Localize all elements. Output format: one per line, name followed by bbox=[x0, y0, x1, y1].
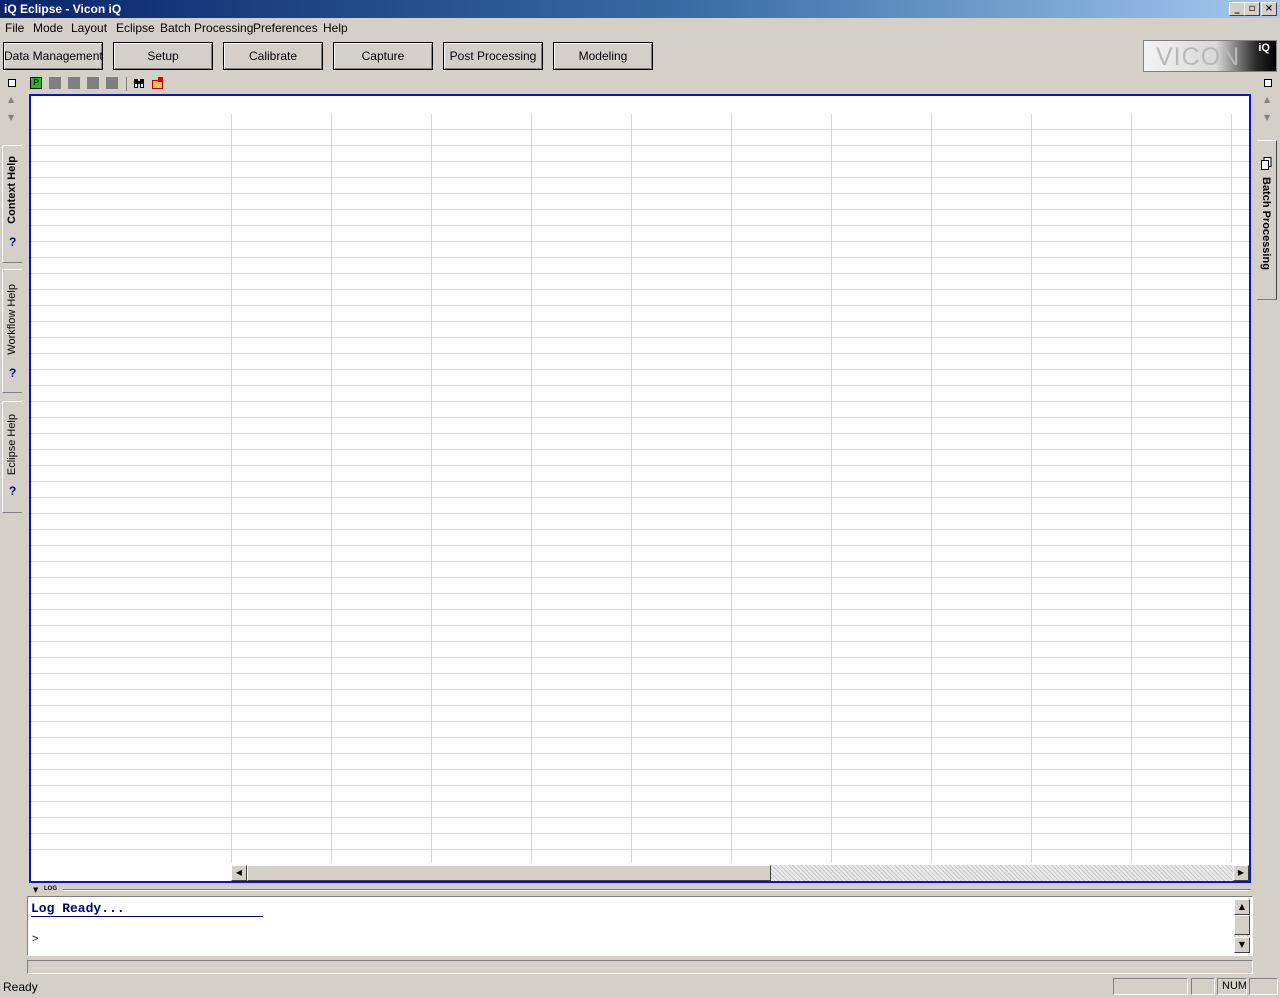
log-vertical-scrollbar[interactable]: ▲ ▼ bbox=[1234, 899, 1250, 953]
data-grid[interactable]: ◀ ▶ bbox=[29, 94, 1251, 883]
scroll-up-icon[interactable]: ▲ bbox=[1264, 95, 1270, 104]
p-status-icon[interactable]: P bbox=[30, 77, 42, 89]
window-title: iQ Eclipse - Vicon iQ bbox=[4, 2, 121, 16]
log-ready-text: Log Ready... bbox=[31, 901, 263, 917]
scroll-down-icon[interactable]: ▼ bbox=[8, 113, 14, 122]
help-question-icon: ? bbox=[9, 484, 17, 498]
log-section-header[interactable]: ▼ LOG bbox=[29, 886, 1251, 894]
status-pane bbox=[1249, 978, 1278, 995]
tab-context-help[interactable]: Context Help ? bbox=[2, 145, 22, 263]
binoculars-icon[interactable] bbox=[133, 77, 145, 89]
iq-badge: iQ bbox=[1258, 42, 1270, 54]
panel-pin-button[interactable] bbox=[8, 79, 16, 87]
minimize-button[interactable]: _ bbox=[1229, 2, 1245, 16]
window-title-text: Eclipse - Vicon iQ bbox=[20, 2, 122, 16]
tab-eclipse-help[interactable]: Eclipse Help ? bbox=[2, 401, 22, 513]
scroll-up-icon[interactable]: ▲ bbox=[1234, 899, 1250, 915]
log-prompt[interactable]: > bbox=[32, 934, 39, 946]
menu-file[interactable]: File bbox=[5, 21, 24, 35]
tab-eclipse-help-label: Eclipse Help bbox=[6, 414, 18, 476]
calibrate-button[interactable]: Calibrate bbox=[223, 42, 323, 70]
left-help-panel: ▲ ▼ Context Help ? Workflow Help ? Eclip… bbox=[0, 75, 22, 957]
menu-layout[interactable]: Layout bbox=[71, 21, 107, 35]
scroll-left-icon[interactable]: ◀ bbox=[231, 865, 247, 881]
num-lock-indicator: NUM bbox=[1217, 978, 1247, 995]
scrollbar-thumb[interactable] bbox=[247, 865, 771, 881]
panel-pin-button[interactable] bbox=[1264, 79, 1272, 87]
new-folder-icon[interactable] bbox=[152, 77, 164, 89]
status-pane bbox=[1191, 978, 1215, 995]
tab-batch-processing[interactable]: Batch Processing bbox=[1257, 140, 1277, 300]
menu-eclipse[interactable]: Eclipse bbox=[116, 21, 155, 35]
horizontal-scrollbar[interactable]: ◀ ▶ bbox=[231, 865, 1249, 881]
grey-square-icon[interactable] bbox=[87, 77, 99, 89]
app-logo-icon: iQ bbox=[4, 2, 17, 16]
scroll-right-icon[interactable]: ▶ bbox=[1233, 865, 1249, 881]
vicon-logo: VICON iQ bbox=[1143, 40, 1277, 72]
scrollbar-thumb[interactable] bbox=[1234, 915, 1250, 935]
log-divider bbox=[63, 889, 1251, 891]
data-management-button[interactable]: Data Management bbox=[3, 42, 103, 70]
scroll-down-icon[interactable]: ▼ bbox=[1234, 937, 1250, 953]
menu-preferences[interactable]: Preferences bbox=[253, 21, 318, 35]
grey-square-icon[interactable] bbox=[106, 77, 118, 89]
copy-pages-icon bbox=[1261, 157, 1272, 170]
menu-batch-processing[interactable]: Batch Processing bbox=[160, 21, 253, 35]
menu-mode[interactable]: Mode bbox=[33, 21, 63, 35]
log-section-label: LOG bbox=[44, 886, 57, 892]
grey-square-icon[interactable] bbox=[68, 77, 80, 89]
capture-button[interactable]: Capture bbox=[333, 42, 433, 70]
bottom-bar bbox=[27, 960, 1253, 974]
tab-batch-processing-label: Batch Processing bbox=[1260, 177, 1272, 270]
log-panel[interactable]: Log Ready... > ▲ ▼ bbox=[27, 896, 1253, 956]
tab-context-help-label: Context Help bbox=[6, 156, 18, 224]
scroll-down-icon[interactable]: ▼ bbox=[1264, 113, 1270, 122]
status-pane bbox=[1113, 978, 1188, 995]
status-text: Ready bbox=[3, 980, 38, 994]
menu-help[interactable]: Help bbox=[323, 21, 348, 35]
scroll-up-icon[interactable]: ▲ bbox=[8, 95, 14, 104]
vicon-logo-text: VICON bbox=[1156, 43, 1241, 71]
close-button[interactable]: × bbox=[1261, 2, 1277, 16]
grey-square-icon[interactable] bbox=[49, 77, 61, 89]
status-bar: Ready NUM bbox=[0, 977, 1280, 998]
collapse-log-icon[interactable]: ▼ bbox=[33, 886, 38, 894]
tab-workflow-help[interactable]: Workflow Help ? bbox=[2, 269, 22, 393]
title-bar: iQ Eclipse - Vicon iQ _ ▫ × bbox=[0, 0, 1280, 18]
post-processing-button[interactable]: Post Processing bbox=[443, 42, 543, 70]
help-question-icon: ? bbox=[9, 366, 17, 380]
toolbar-separator bbox=[126, 77, 127, 91]
tab-workflow-help-label: Workflow Help bbox=[6, 284, 18, 355]
restore-button[interactable]: ▫ bbox=[1244, 2, 1260, 16]
grid-columns bbox=[231, 114, 1249, 863]
modeling-button[interactable]: Modeling bbox=[553, 42, 653, 70]
setup-button[interactable]: Setup bbox=[113, 42, 213, 70]
menu-bar: File Mode Layout Eclipse Batch Processin… bbox=[0, 18, 1280, 38]
help-question-icon: ? bbox=[9, 235, 17, 249]
